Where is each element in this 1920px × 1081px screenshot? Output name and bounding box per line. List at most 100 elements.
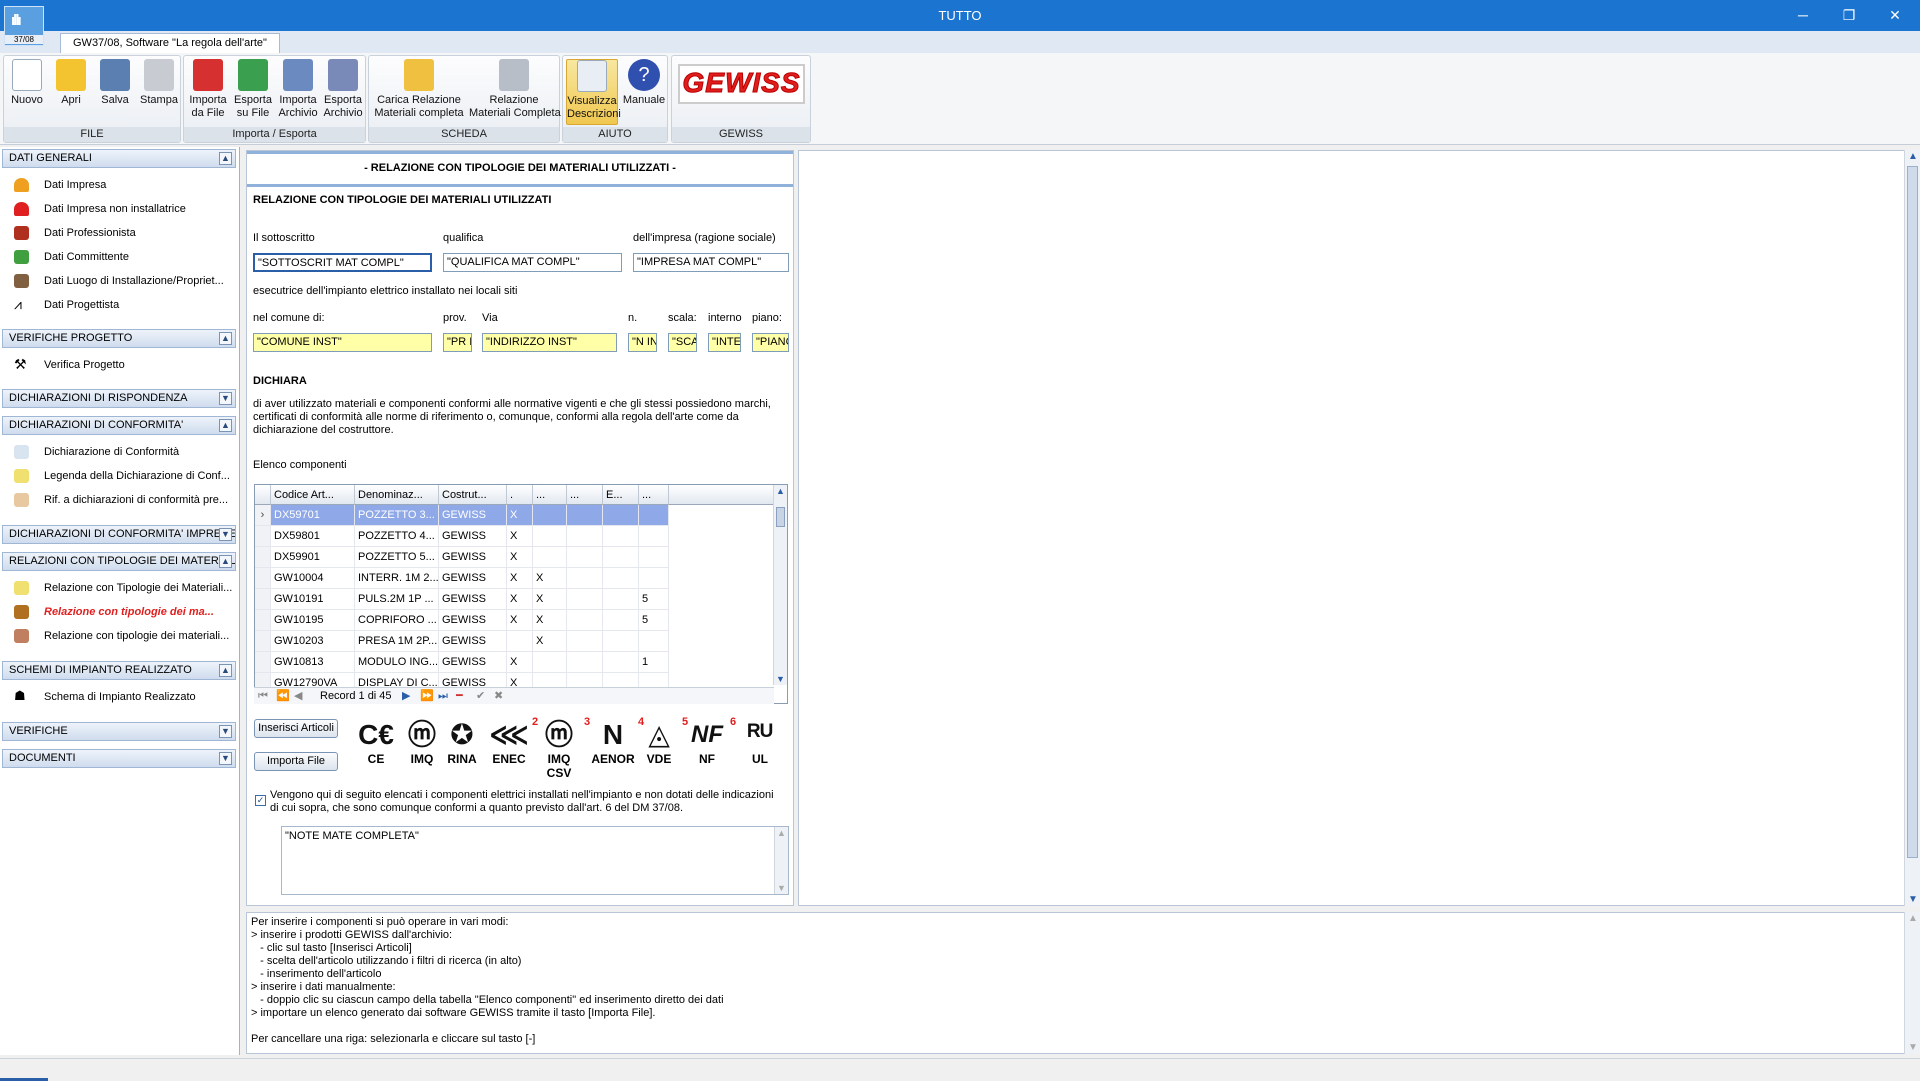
table-cell[interactable]: X (507, 652, 533, 673)
scroll-down-icon[interactable]: ▼ (1908, 894, 1918, 905)
table-cell[interactable]: 5 (639, 589, 669, 610)
chevron-up-icon[interactable]: ▲ (219, 152, 232, 165)
restore-button[interactable]: ❐ (1826, 0, 1872, 31)
column-header[interactable]: . (507, 485, 533, 505)
table-cell[interactable]: MODULO ING... (355, 652, 439, 673)
sidebar-item-dati-impresa[interactable]: Dati Impresa (2, 174, 236, 196)
gewiss-logo[interactable]: GEWISS (678, 64, 805, 104)
table-cell[interactable]: COPRIFORO ... (355, 610, 439, 631)
notes-scrollbar[interactable]: ▲ ▼ (774, 827, 788, 894)
table-cell[interactable]: GW10004 (271, 568, 355, 589)
table-cell[interactable] (567, 547, 603, 568)
table-cell[interactable] (603, 631, 639, 652)
table-cell[interactable]: GW10203 (271, 631, 355, 652)
row-selector[interactable]: › (255, 505, 271, 526)
importa-file-button[interactable]: Importa File (254, 752, 338, 771)
esporta-su-file-button[interactable]: Esporta su File (231, 59, 275, 125)
sottoscritto-input[interactable]: "SOTTOSCRIT MAT COMPL" (253, 253, 432, 272)
table-cell[interactable] (639, 568, 669, 589)
sidebar-section-dichiarazioni-rispondenza[interactable]: DICHIARAZIONI DI RISPONDENZA ▼ (2, 389, 236, 408)
qualifica-input[interactable]: "QUALIFICA MAT COMPL" (443, 253, 622, 272)
close-button[interactable]: ✕ (1872, 0, 1918, 31)
sidebar-section-documenti[interactable]: DOCUMENTI ▼ (2, 749, 236, 768)
table-cell[interactable]: PULS.2M 1P ... (355, 589, 439, 610)
table-row[interactable]: DX59901 POZZETTO 5... GEWISS X (255, 547, 775, 568)
scroll-up-icon[interactable]: ▲ (1908, 913, 1918, 924)
table-cell[interactable] (639, 631, 669, 652)
table-cell[interactable]: GEWISS (439, 631, 507, 652)
scala-input[interactable]: "SCA (668, 333, 697, 352)
sidebar-section-dichiarazioni-imprese[interactable]: DICHIARAZIONI DI CONFORMITA' IMPRESE ▼ (2, 525, 236, 544)
chevron-up-icon[interactable]: ▲ (219, 555, 232, 568)
table-scroll-thumb[interactable] (776, 507, 785, 527)
column-header[interactable]: ... (639, 485, 669, 505)
table-cell[interactable]: GW10191 (271, 589, 355, 610)
table-row[interactable]: GW10195 COPRIFORO ... GEWISS X X 5 (255, 610, 775, 631)
piano-input[interactable]: "PIANC (752, 333, 789, 352)
column-header[interactable]: ... (533, 485, 567, 505)
next-page-icon[interactable]: ⏩ (420, 688, 434, 704)
table-cell[interactable] (567, 652, 603, 673)
table-cell[interactable]: 5 (639, 610, 669, 631)
table-cell[interactable] (533, 652, 567, 673)
table-cell[interactable]: GEWISS (439, 652, 507, 673)
numero-input[interactable]: "N IN (628, 333, 657, 352)
table-cell[interactable]: GW10195 (271, 610, 355, 631)
main-vertical-scrollbar[interactable]: ▲ ▼ (1904, 150, 1920, 906)
importa-da-file-button[interactable]: Importa da File (186, 59, 230, 125)
table-cell[interactable]: POZZETTO 3... (355, 505, 439, 526)
components-checkbox[interactable]: ✓ (255, 795, 266, 806)
app-icon[interactable]: ıllı 37/08 (4, 6, 44, 46)
table-cell[interactable]: GEWISS (439, 547, 507, 568)
sidebar-item-legenda-dichiarazione[interactable]: Legenda della Dichiarazione di Conf... (2, 465, 236, 487)
sidebar-item-dati-committente[interactable]: Dati Committente (2, 246, 236, 268)
scroll-up-icon[interactable]: ▲ (1908, 151, 1918, 162)
table-cell[interactable]: X (533, 631, 567, 652)
table-cell[interactable]: GEWISS (439, 610, 507, 631)
chevron-up-icon[interactable]: ▲ (219, 419, 232, 432)
table-cell[interactable] (603, 568, 639, 589)
column-header[interactable]: E... (603, 485, 639, 505)
sidebar-item-dati-professionista[interactable]: Dati Professionista (2, 222, 236, 244)
sidebar-section-relazioni-materiali[interactable]: RELAZIONI CON TIPOLOGIE DEI MATERIALI ▲ (2, 552, 236, 571)
via-input[interactable]: "INDIRIZZO INST" (482, 333, 617, 352)
table-cell[interactable]: X (507, 505, 533, 526)
main-scroll-thumb[interactable] (1907, 166, 1918, 858)
table-cell[interactable]: INTERR. 1M 2... (355, 568, 439, 589)
prev-record-icon[interactable]: ◀ (294, 688, 302, 704)
document-tab[interactable]: GW37/08, Software "La regola dell'arte" (60, 33, 280, 53)
sidebar-section-verifiche-progetto[interactable]: VERIFICHE PROGETTO ▲ (2, 329, 236, 348)
notes-textarea[interactable]: "NOTE MATE COMPLETA" (281, 826, 789, 895)
chevron-down-icon[interactable]: ▼ (219, 752, 232, 765)
table-row[interactable]: GW10813 MODULO ING... GEWISS X 1 (255, 652, 775, 673)
table-cell[interactable] (567, 526, 603, 547)
table-cell[interactable] (603, 610, 639, 631)
chevron-down-icon[interactable]: ▼ (219, 725, 232, 738)
confirm-icon[interactable]: ✔ (476, 688, 485, 704)
table-cell[interactable]: 1 (639, 652, 669, 673)
scroll-up-icon[interactable]: ▲ (777, 828, 786, 838)
table-cell[interactable]: DX59901 (271, 547, 355, 568)
scroll-down-icon[interactable]: ▼ (776, 674, 785, 684)
scroll-down-icon[interactable]: ▼ (777, 883, 786, 893)
table-cell[interactable]: X (507, 589, 533, 610)
importa-archivio-button[interactable]: Importa Archivio (276, 59, 320, 125)
prev-page-icon[interactable]: ⏪ (276, 688, 290, 704)
table-cell[interactable]: DX59701 (271, 505, 355, 526)
sidebar-item-dati-impresa-non-installatrice[interactable]: Dati Impresa non installatrice (2, 198, 236, 220)
table-vertical-scrollbar[interactable]: ▲ ▼ (773, 485, 787, 685)
sidebar-item-verifica-progetto[interactable]: ⚒ Verifica Progetto (2, 354, 236, 376)
table-row[interactable]: GW10203 PRESA 1M 2P... GEWISS X (255, 631, 775, 652)
table-cell[interactable]: X (533, 589, 567, 610)
carica-relazione-button[interactable]: Carica Relazione Materiali completa (371, 59, 467, 125)
sidebar-section-dati-generali[interactable]: DATI GENERALI ▲ (2, 149, 236, 168)
table-cell[interactable] (603, 652, 639, 673)
table-cell[interactable] (567, 589, 603, 610)
relazione-materiali-completa-button[interactable]: Relazione Materiali Completa (469, 59, 561, 125)
table-cell[interactable] (603, 589, 639, 610)
sidebar-item-dichiarazione-conformita[interactable]: Dichiarazione di Conformità (2, 441, 236, 463)
table-cell[interactable] (533, 547, 567, 568)
row-selector[interactable] (255, 610, 271, 631)
table-cell[interactable] (533, 526, 567, 547)
column-header[interactable]: Costrut... (439, 485, 507, 505)
